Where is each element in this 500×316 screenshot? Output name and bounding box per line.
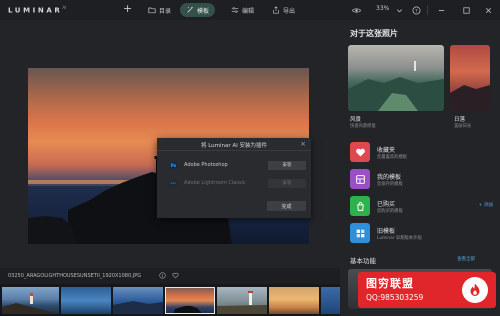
- tab-export-label: 导出: [283, 7, 296, 15]
- template-card-sunset[interactable]: [450, 45, 490, 111]
- tab-templates[interactable]: 模板: [180, 3, 216, 17]
- tab-export[interactable]: 导出: [266, 3, 301, 17]
- category-subtitle: Luminar 早期版本外观: [377, 236, 422, 241]
- category-purchased[interactable]: 已购买 您购买的模板 + 添加: [350, 196, 495, 218]
- plus-icon[interactable]: +: [123, 3, 132, 15]
- svg-text:?: ?: [415, 8, 418, 14]
- zoom-level[interactable]: 33%: [376, 5, 389, 12]
- close-icon[interactable]: ×: [300, 140, 306, 148]
- category-subtitle: 您购买的模板: [377, 209, 403, 214]
- help-icon[interactable]: ?: [410, 4, 422, 16]
- close-icon[interactable]: [482, 4, 494, 16]
- plugin-row-lightroom: Lrc Adobe Lightroom Classic 安装: [170, 178, 306, 188]
- section-title-basic: 基本功能: [350, 257, 376, 265]
- plugin-install-dialog: 将 Luminar AI 安装为插件 × Ps Adobe Photoshop …: [157, 138, 311, 218]
- see-all-link[interactable]: 查看全部: [457, 256, 475, 262]
- photoshop-icon: Ps: [170, 161, 177, 169]
- template-subtitle: 快速风景修复: [350, 124, 376, 129]
- thumbnail[interactable]: [321, 287, 340, 314]
- category-subtitle: 您保存的模板: [377, 182, 403, 187]
- tab-edit-label: 编辑: [242, 7, 255, 15]
- panel-title: 对于这张照片: [350, 29, 398, 38]
- tab-catalog-label: 目录: [159, 7, 172, 15]
- top-toolbar: LUMINARAI + 目录 模板 编辑 导出 33% ?: [0, 0, 500, 20]
- info-icon[interactable]: [159, 272, 166, 279]
- sliders-icon: [231, 7, 239, 13]
- category-legacy-templates[interactable]: 旧模板 Luminar 早期版本外观: [350, 223, 495, 245]
- tab-templates-label: 模板: [197, 7, 210, 15]
- toolbar-divider: [427, 5, 428, 15]
- category-title: 我的模板: [377, 174, 402, 181]
- thumbnail[interactable]: [2, 287, 59, 314]
- export-icon: [273, 6, 279, 14]
- category-title: 已购买: [377, 201, 396, 208]
- logo-text: LUMINAR: [8, 6, 63, 15]
- chevron-down-icon[interactable]: [393, 4, 405, 16]
- thumbnail-selected[interactable]: [165, 287, 215, 314]
- install-lightroom-button[interactable]: 安装: [268, 178, 306, 188]
- watermark-banner: 图穷联盟 QQ:985303259: [358, 272, 496, 308]
- legacy-template-icon: [350, 223, 370, 243]
- shopping-icon: [350, 196, 370, 216]
- tab-catalog[interactable]: 目录: [142, 3, 177, 17]
- thumbnail[interactable]: [217, 287, 267, 314]
- watermark-subtitle: QQ:985303259: [366, 293, 424, 302]
- heart-icon[interactable]: [172, 272, 179, 279]
- heart-icon: [350, 142, 370, 162]
- eye-icon[interactable]: [350, 4, 362, 16]
- maximize-icon[interactable]: [460, 4, 472, 16]
- category-favorites[interactable]: 收藏夹 您最喜欢的模板: [350, 142, 495, 164]
- template-icon: [350, 169, 370, 189]
- thumbnail[interactable]: [269, 287, 319, 314]
- plugin-row-photoshop: Ps Adobe Photoshop 安装: [170, 160, 306, 170]
- minimize-icon[interactable]: [435, 4, 447, 16]
- image-canvas[interactable]: 将 Luminar AI 安装为插件 × Ps Adobe Photoshop …: [0, 20, 340, 268]
- dialog-header: 将 Luminar AI 安装为插件 ×: [157, 138, 311, 151]
- category-title: 收藏夹: [377, 147, 396, 154]
- template-card-landscape[interactable]: [348, 45, 444, 111]
- filmstrip-info-bar: 03250_ARAGOLIGHTHOUSESUNSETII_1920X1080.…: [0, 268, 340, 284]
- done-button[interactable]: 完成: [267, 201, 306, 211]
- category-my-templates[interactable]: 我的模板 您保存的模板: [350, 169, 495, 191]
- template-title: 风景: [350, 117, 362, 123]
- folder-icon: [148, 7, 156, 14]
- app-logo: LUMINARAI: [8, 5, 66, 14]
- plugin-name: Adobe Photoshop: [184, 162, 228, 168]
- filmstrip[interactable]: [0, 284, 340, 316]
- category-title: 旧模板: [377, 228, 396, 235]
- flame-logo-icon: [462, 277, 488, 303]
- add-link[interactable]: + 添加: [479, 202, 493, 208]
- file-name: 03250_ARAGOLIGHTHOUSESUNSETII_1920X1080.…: [8, 273, 142, 279]
- template-title: 日落: [454, 117, 466, 123]
- plugin-name: Adobe Lightroom Classic: [184, 180, 246, 186]
- thumbnail[interactable]: [61, 287, 111, 314]
- thumbnail[interactable]: [113, 287, 163, 314]
- magic-wand-icon: [187, 6, 193, 13]
- lightroom-icon: Lrc: [170, 179, 177, 187]
- install-photoshop-button[interactable]: 安装: [268, 160, 306, 170]
- dialog-title: 将 Luminar AI 安装为插件: [200, 143, 268, 149]
- template-subtitle: 美丽日光: [454, 124, 472, 129]
- watermark-title: 图穷联盟: [366, 277, 414, 290]
- category-subtitle: 您最喜欢的模板: [377, 155, 408, 160]
- tab-edit[interactable]: 编辑: [225, 3, 260, 17]
- logo-ai-sup: AI: [62, 5, 67, 10]
